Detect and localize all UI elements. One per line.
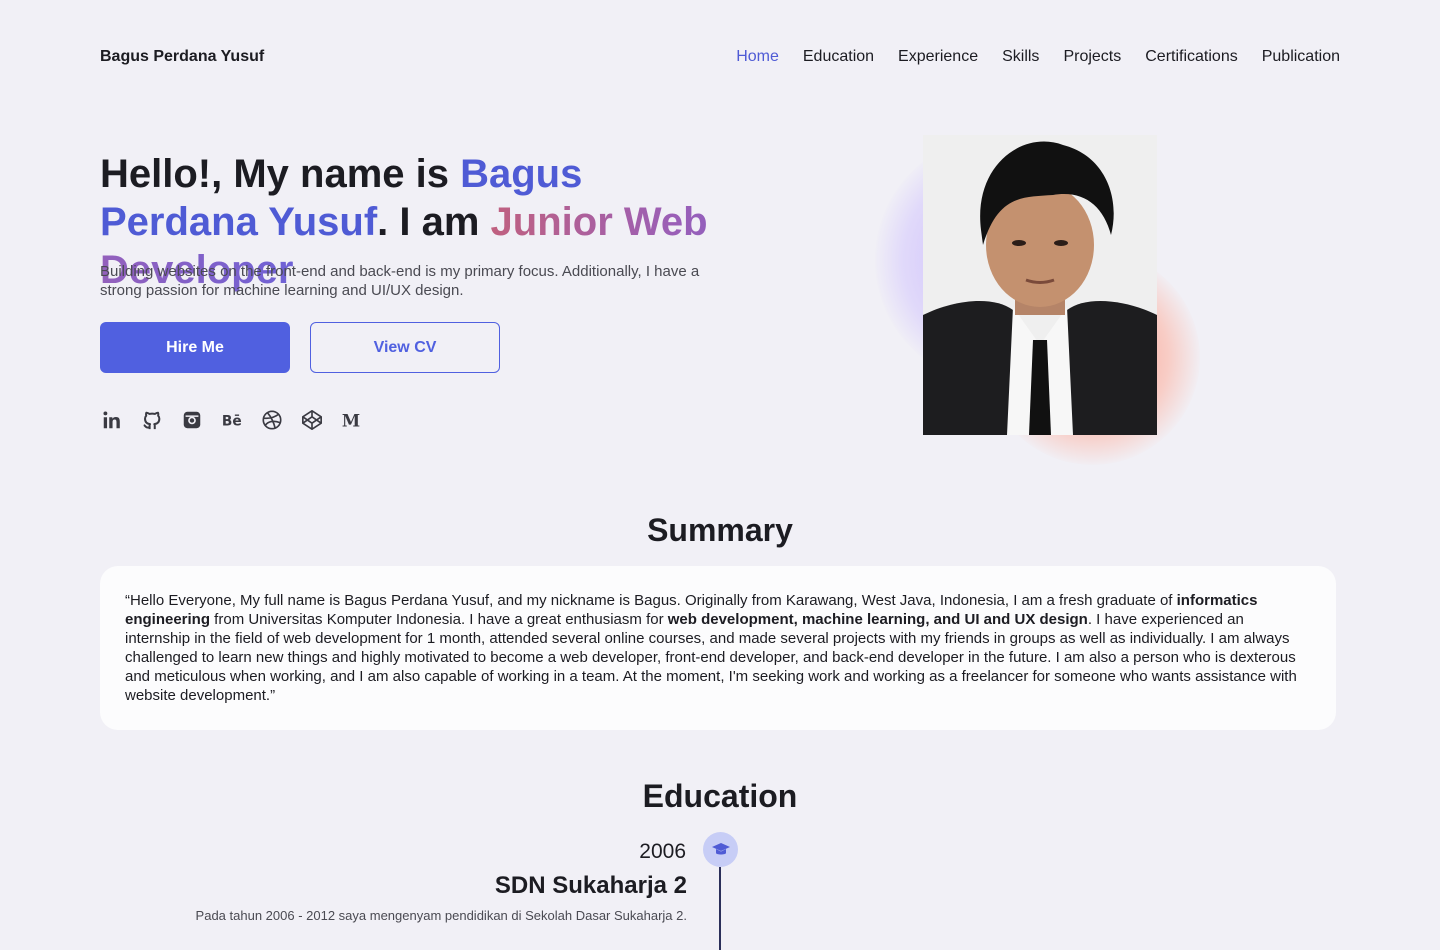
summary-highlight-2: web development, machine learning, and U…	[667, 611, 1088, 628]
nav-item-education[interactable]: Education	[803, 48, 874, 65]
summary-card: “Hello Everyone, My full name is Bagus P…	[100, 566, 1336, 730]
brand-name[interactable]: Bagus Perdana Yusuf	[100, 48, 264, 66]
summary-title: Summary	[647, 512, 793, 548]
nav-item-publication[interactable]: Publication	[1262, 48, 1340, 65]
linkedin-icon[interactable]	[100, 408, 124, 432]
medium-icon[interactable]: M	[340, 408, 364, 432]
hero-title-intro: Hello!, My name is	[100, 152, 461, 196]
profile-photo	[923, 135, 1157, 435]
instagram-icon[interactable]	[180, 408, 204, 432]
social-links: Bē M	[100, 408, 364, 432]
view-cv-button[interactable]: View CV	[310, 322, 500, 373]
dribbble-icon[interactable]	[260, 408, 284, 432]
codepen-icon[interactable]	[300, 408, 324, 432]
github-icon[interactable]	[140, 408, 164, 432]
hero-description: Building websites on the front-end and b…	[100, 263, 700, 299]
summary-text-1: “Hello Everyone, My full name is Bagus P…	[125, 592, 1177, 609]
nav-menu: Home Education Experience Skills Project…	[736, 48, 1340, 66]
nav-item-certifications[interactable]: Certifications	[1145, 48, 1237, 65]
education-school: SDN Sukaharja 2	[494, 872, 687, 899]
graduation-cap-icon	[703, 832, 738, 867]
nav-item-experience[interactable]: Experience	[898, 48, 978, 65]
summary-text-2: from Universitas Komputer Indonesia. I h…	[210, 611, 668, 628]
education-year: 2006	[639, 840, 686, 863]
hire-me-button[interactable]: Hire Me	[100, 322, 290, 373]
hero-title-mid: . I am	[377, 200, 491, 244]
nav-item-skills[interactable]: Skills	[1002, 48, 1039, 65]
education-description: Pada tahun 2006 - 2012 saya mengenyam pe…	[195, 908, 687, 923]
nav-item-projects[interactable]: Projects	[1063, 48, 1121, 65]
svg-text:Bē: Bē	[222, 414, 242, 430]
timeline-line	[719, 867, 721, 950]
nav-item-home[interactable]: Home	[736, 48, 779, 65]
navbar: Bagus Perdana Yusuf Home Education Exper…	[0, 0, 1440, 116]
svg-text:M: M	[342, 411, 360, 430]
behance-icon[interactable]: Bē	[220, 408, 244, 432]
education-title: Education	[642, 778, 798, 814]
